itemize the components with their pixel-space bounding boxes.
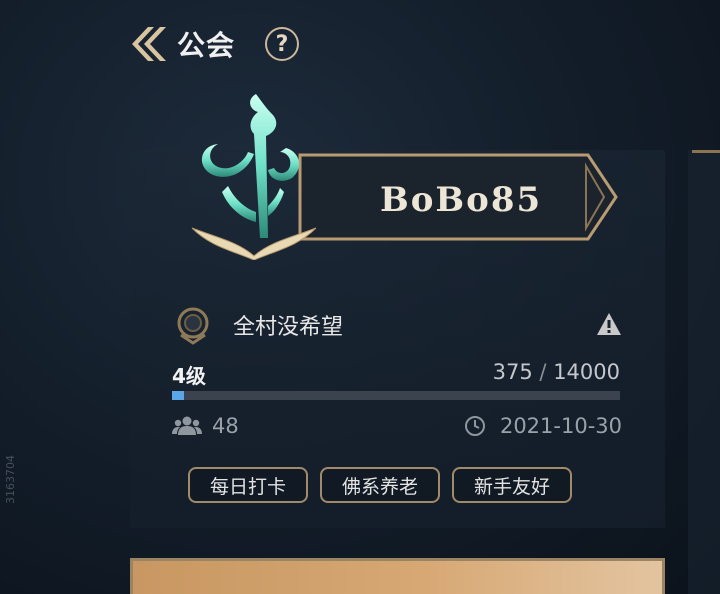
bottom-card[interactable] <box>130 558 665 594</box>
experience-readout: 375 / 14000 <box>493 360 620 384</box>
player-name: BoBo85 <box>380 180 543 220</box>
guild-level: 4级 <box>172 364 206 388</box>
experience-max: 14000 <box>553 360 620 384</box>
guild-badge-icon <box>177 307 209 345</box>
back-chevron-icon <box>132 27 166 61</box>
guild-tags: 每日打卡 佛系养老 新手友好 <box>188 467 573 503</box>
experience-separator: / <box>532 360 554 384</box>
tag-casual-retire[interactable]: 佛系养老 <box>320 467 441 503</box>
guild-name-row: 全村没希望 <box>173 305 623 345</box>
back-button[interactable] <box>125 22 169 66</box>
guild-name: 全村没希望 <box>233 315 344 340</box>
help-button[interactable]: ? <box>265 27 300 61</box>
header: 公会 ? <box>125 22 300 66</box>
watermark-text: 3163704 <box>4 455 17 504</box>
founded-date: 2021-10-30 <box>499 414 622 438</box>
right-side-divider <box>692 150 720 153</box>
guild-stats-row: 48 2021-10-30 <box>172 414 622 446</box>
right-side-panel-edge <box>688 150 720 594</box>
clock-icon <box>464 416 485 436</box>
tag-newbie-friendly[interactable]: 新手友好 <box>452 467 573 503</box>
experience-progress-bar <box>172 391 620 400</box>
page-title: 公会 <box>177 29 236 62</box>
help-icon: ? <box>275 31 289 57</box>
member-count-group: 48 <box>172 414 239 438</box>
members-icon <box>172 416 202 435</box>
guild-emblem-icon <box>191 94 317 260</box>
tag-daily-checkin[interactable]: 每日打卡 <box>188 467 309 503</box>
member-count: 48 <box>212 414 239 438</box>
experience-current: 375 <box>492 360 533 384</box>
experience-progress-fill <box>172 391 185 400</box>
founded-date-group: 2021-10-30 <box>464 414 622 438</box>
warning-icon[interactable] <box>596 312 622 336</box>
